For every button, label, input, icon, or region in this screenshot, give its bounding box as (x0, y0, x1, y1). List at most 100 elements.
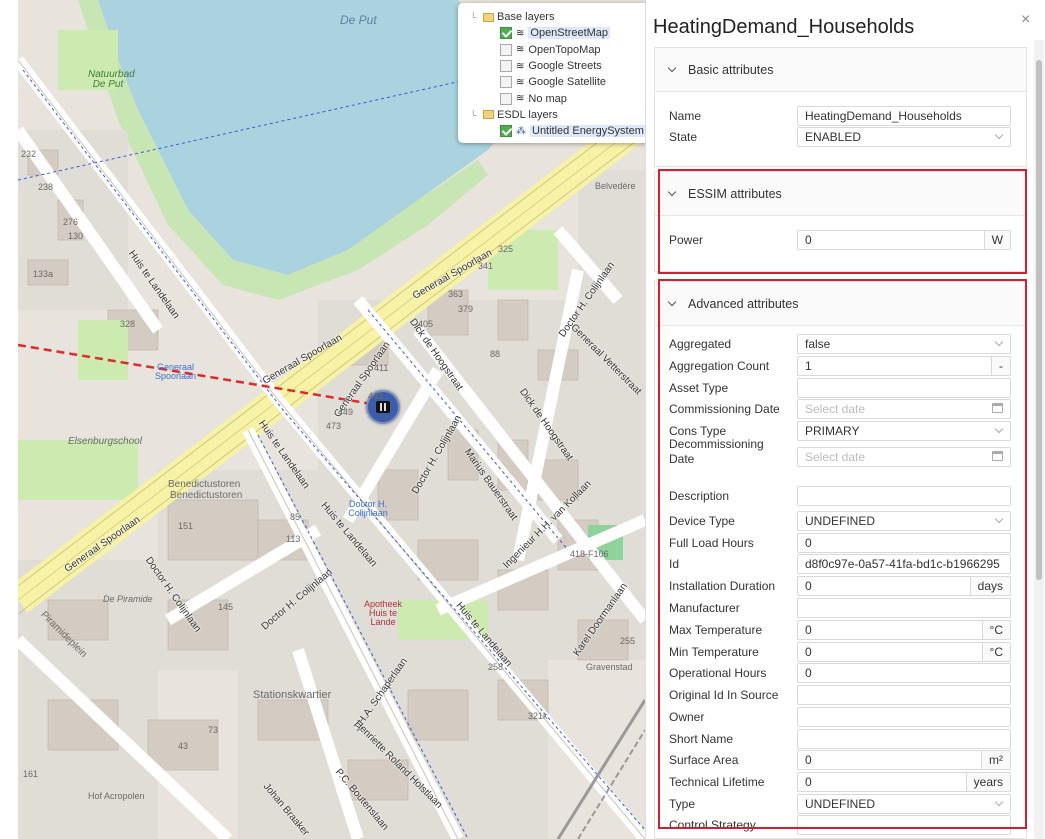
date-picker[interactable]: Select date (797, 399, 1011, 419)
field-value: false (805, 337, 831, 351)
house-number: 113 (286, 534, 301, 544)
field-label: Commissioning Date (669, 401, 780, 416)
folder-icon (483, 12, 494, 22)
field-row: Commissioning Date Select date (669, 399, 1011, 419)
select-field[interactable]: PRIMARY (797, 421, 1011, 441)
house-number: 130 (68, 231, 84, 241)
text-input[interactable] (797, 707, 1011, 727)
layers-stack-icon: ≋ (516, 76, 525, 88)
house-number: 328 (120, 319, 136, 329)
layer-item-google-streets[interactable]: ≋ Google Streets (470, 58, 645, 74)
field-label: Operational Hours (669, 665, 767, 680)
house-number: 73 (208, 725, 219, 735)
select-field[interactable]: UNDEFINED (797, 511, 1011, 531)
checkbox-icon[interactable] (500, 76, 512, 89)
layer-item-energy-system[interactable]: ⁂ Untitled EnergySystem (470, 123, 645, 139)
layer-item-no-map[interactable]: ≋ No map (470, 90, 645, 106)
house-number: 321k (528, 711, 548, 721)
checkbox-checked-icon[interactable] (500, 125, 512, 138)
section-title: Basic attributes (688, 62, 774, 77)
scroll-thumb[interactable] (1036, 60, 1042, 580)
layer-item-openstreetmap[interactable]: ≋ OpenStreetMap (470, 25, 645, 41)
text-input[interactable]: 0 (797, 533, 1011, 553)
text-input[interactable] (797, 815, 1011, 835)
layers-stack-icon: ≋ (516, 27, 525, 39)
select-field[interactable]: UNDEFINED (797, 794, 1011, 814)
map-poi-label: Doctor H. Colijnlaan (348, 499, 388, 518)
map-park-label: Natuurbad De Put (88, 69, 135, 90)
layer-item-opentopomap[interactable]: ≋ OpenTopoMap (470, 42, 645, 58)
layers-stack-icon: ≋ (516, 93, 525, 105)
field-row: Id d8f0c97e-0a57-41fa-bd1c-b1966295 (669, 554, 1011, 574)
field-row: Original Id In Source (669, 685, 1011, 705)
house-number: 161 (23, 769, 39, 779)
house-number: 238 (38, 182, 54, 192)
layer-item-label: No map (528, 92, 567, 105)
field-label: Min Temperature (669, 644, 759, 659)
number-input-with-unit[interactable]: 0 m² (797, 750, 1011, 770)
number-input-with-unit[interactable]: 0 °C (797, 620, 1011, 640)
checkbox-icon[interactable] (500, 92, 512, 105)
select-field[interactable]: ENABLED (797, 127, 1011, 147)
house-number: 255 (620, 636, 636, 646)
text-input[interactable] (797, 598, 1011, 618)
field-value: 0 (805, 623, 812, 637)
date-picker[interactable]: Select date (797, 447, 1011, 467)
field-value: UNDEFINED (805, 797, 876, 811)
house-number: 258 (488, 662, 504, 672)
text-input[interactable] (797, 378, 1011, 398)
house-number: 411 (374, 363, 389, 373)
chevron-down-icon (994, 797, 1004, 807)
checkbox-icon[interactable] (500, 43, 512, 56)
field-value: 0 (805, 645, 812, 659)
field-label: Max Temperature (669, 622, 763, 637)
tree-connector-icon: └ (470, 12, 477, 23)
advanced-attributes-header[interactable]: Advanced attributes (655, 282, 1026, 326)
map-place-label: Elsenburgschool (68, 436, 142, 447)
layer-group-esdl[interactable]: └ ESDL layers (470, 107, 645, 123)
house-number: 449 (338, 407, 354, 417)
map-view[interactable]: De Put Natuurbad De Put Generaal Spoorla… (18, 0, 645, 839)
scrollbar[interactable] (1034, 40, 1044, 839)
close-button[interactable]: × (1021, 11, 1030, 29)
field-row: Short Name (669, 729, 1011, 749)
text-input[interactable]: HeatingDemand_Households (797, 106, 1011, 126)
text-input[interactable]: 0 (797, 663, 1011, 683)
field-label: Original Id In Source (669, 687, 779, 702)
essim-attributes-header[interactable]: ESSIM attributes (655, 172, 1026, 216)
field-row: Owner (669, 707, 1011, 727)
heat-demand-icon (376, 401, 390, 413)
field-row: Full Load Hours 0 (669, 533, 1011, 553)
field-label: Control Strategy (669, 817, 756, 832)
layer-group-base[interactable]: └ Base layers (470, 9, 645, 25)
text-input[interactable] (797, 486, 1011, 506)
house-number: 325 (498, 244, 514, 254)
checkbox-icon[interactable] (500, 60, 512, 73)
checkbox-checked-icon[interactable] (500, 27, 512, 40)
house-number: 341 (478, 261, 494, 271)
field-row: State ENABLED (669, 127, 1011, 147)
house-number: 418-F106 (570, 549, 609, 559)
number-input-with-unit[interactable]: 0W (797, 230, 1011, 250)
basic-attributes-header[interactable]: Basic attributes (655, 48, 1026, 92)
select-field[interactable]: false (797, 334, 1011, 354)
map-place-label: De Piramide (103, 594, 153, 604)
text-input[interactable] (797, 685, 1011, 705)
text-input[interactable]: d8f0c97e-0a57-41fa-bd1c-b1966295 (797, 554, 1011, 574)
field-value: 0 (805, 753, 812, 767)
number-input-with-unit[interactable]: 0 years (797, 772, 1011, 792)
text-input[interactable] (797, 729, 1011, 749)
field-row: Decommissioning Date Select date (669, 437, 1011, 467)
field-row: Surface Area 0 m² (669, 750, 1011, 770)
field-label: Short Name (669, 731, 734, 746)
house-number: 232 (21, 149, 37, 159)
field-label: Manufacturer (669, 600, 740, 615)
layer-control[interactable]: └ Base layers ≋ OpenStreetMap ≋ OpenTopo… (458, 3, 645, 143)
number-input-with-unit[interactable]: 1- (797, 356, 1011, 376)
number-input-with-unit[interactable]: 0 °C (797, 642, 1011, 662)
number-input-with-unit[interactable]: 0 days (797, 576, 1011, 596)
field-row: Installation Duration 0 days (669, 576, 1011, 596)
layer-item-google-satellite[interactable]: ≋ Google Satellite (470, 74, 645, 90)
field-label: Name (669, 108, 702, 123)
house-number: 443 (368, 391, 384, 401)
